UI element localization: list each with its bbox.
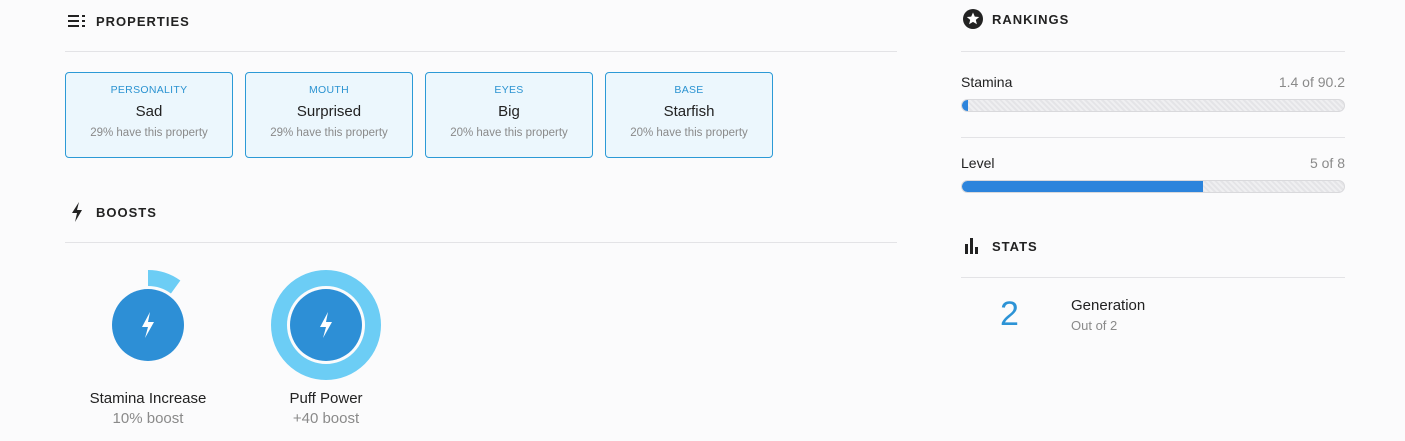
property-card-personality[interactable]: PERSONALITY Sad 29% have this property: [65, 72, 233, 158]
properties-title: PROPERTIES: [96, 13, 190, 29]
property-rarity: 29% have this property: [270, 127, 388, 139]
ranking-value: 5 of 8: [1309, 155, 1345, 171]
property-rarity: 20% have this property: [630, 127, 748, 139]
stat-number: 2: [1000, 295, 1019, 333]
stat-sublabel: Out of 2: [1071, 318, 1118, 333]
ranking-progress-bar: [961, 180, 1345, 193]
lightning-icon: [66, 202, 88, 222]
boost-value: 10% boost: [112, 410, 184, 427]
ranking-stamina: Stamina 1.4 of 90.2: [961, 74, 1345, 112]
property-card-mouth[interactable]: MOUTH Surprised 29% have this property: [245, 72, 413, 158]
property-card-eyes[interactable]: EYES Big 20% have this property: [425, 72, 593, 158]
boosts-title: BOOSTS: [96, 204, 157, 220]
boost-name: Puff Power: [289, 390, 363, 407]
property-value: Sad: [135, 103, 163, 120]
rankings-title: RANKINGS: [992, 11, 1070, 27]
property-rarity: 29% have this property: [90, 127, 208, 139]
stats-title: STATS: [992, 238, 1038, 254]
property-type: EYES: [494, 84, 524, 96]
ranking-divider: [961, 137, 1345, 138]
property-value: Surprised: [296, 103, 362, 120]
boosts-section-title: BOOSTS: [66, 202, 157, 222]
property-type: BASE: [674, 84, 704, 96]
property-type: PERSONALITY: [110, 84, 188, 96]
ranking-value: 1.4 of 90.2: [1278, 74, 1345, 90]
ranking-progress-fill: [962, 181, 1203, 192]
boost-stamina-increase: Stamina Increase 10% boost: [78, 270, 218, 427]
boost-dial-icon: [271, 270, 381, 380]
ranking-level: Level 5 of 8: [961, 155, 1345, 193]
property-rarity: 20% have this property: [450, 127, 568, 139]
stat-label: Generation: [1071, 297, 1146, 314]
star-badge-icon: [962, 9, 984, 29]
properties-section-title: PROPERTIES: [66, 12, 190, 30]
ranking-progress-bar: [961, 99, 1345, 112]
boost-dial-icon: [93, 270, 203, 380]
list-icon: [66, 12, 88, 30]
boost-name: Stamina Increase: [89, 390, 207, 407]
properties-divider: [65, 51, 897, 52]
ranking-label: Stamina: [961, 74, 1013, 90]
stats-section-title: STATS: [962, 237, 1038, 255]
property-type: MOUTH: [309, 84, 349, 96]
boost-puff-power: Puff Power +40 boost: [256, 270, 396, 427]
property-value: Big: [498, 103, 520, 120]
rankings-divider: [961, 51, 1345, 52]
bar-chart-icon: [962, 237, 984, 255]
boost-value: +40 boost: [292, 410, 360, 427]
rankings-section-title: RANKINGS: [962, 9, 1070, 29]
property-card-base[interactable]: BASE Starfish 20% have this property: [605, 72, 773, 158]
boosts-divider: [65, 242, 897, 243]
stats-divider: [961, 277, 1345, 278]
ranking-label: Level: [961, 155, 995, 171]
property-value: Starfish: [663, 103, 715, 120]
ranking-progress-fill: [962, 100, 969, 111]
